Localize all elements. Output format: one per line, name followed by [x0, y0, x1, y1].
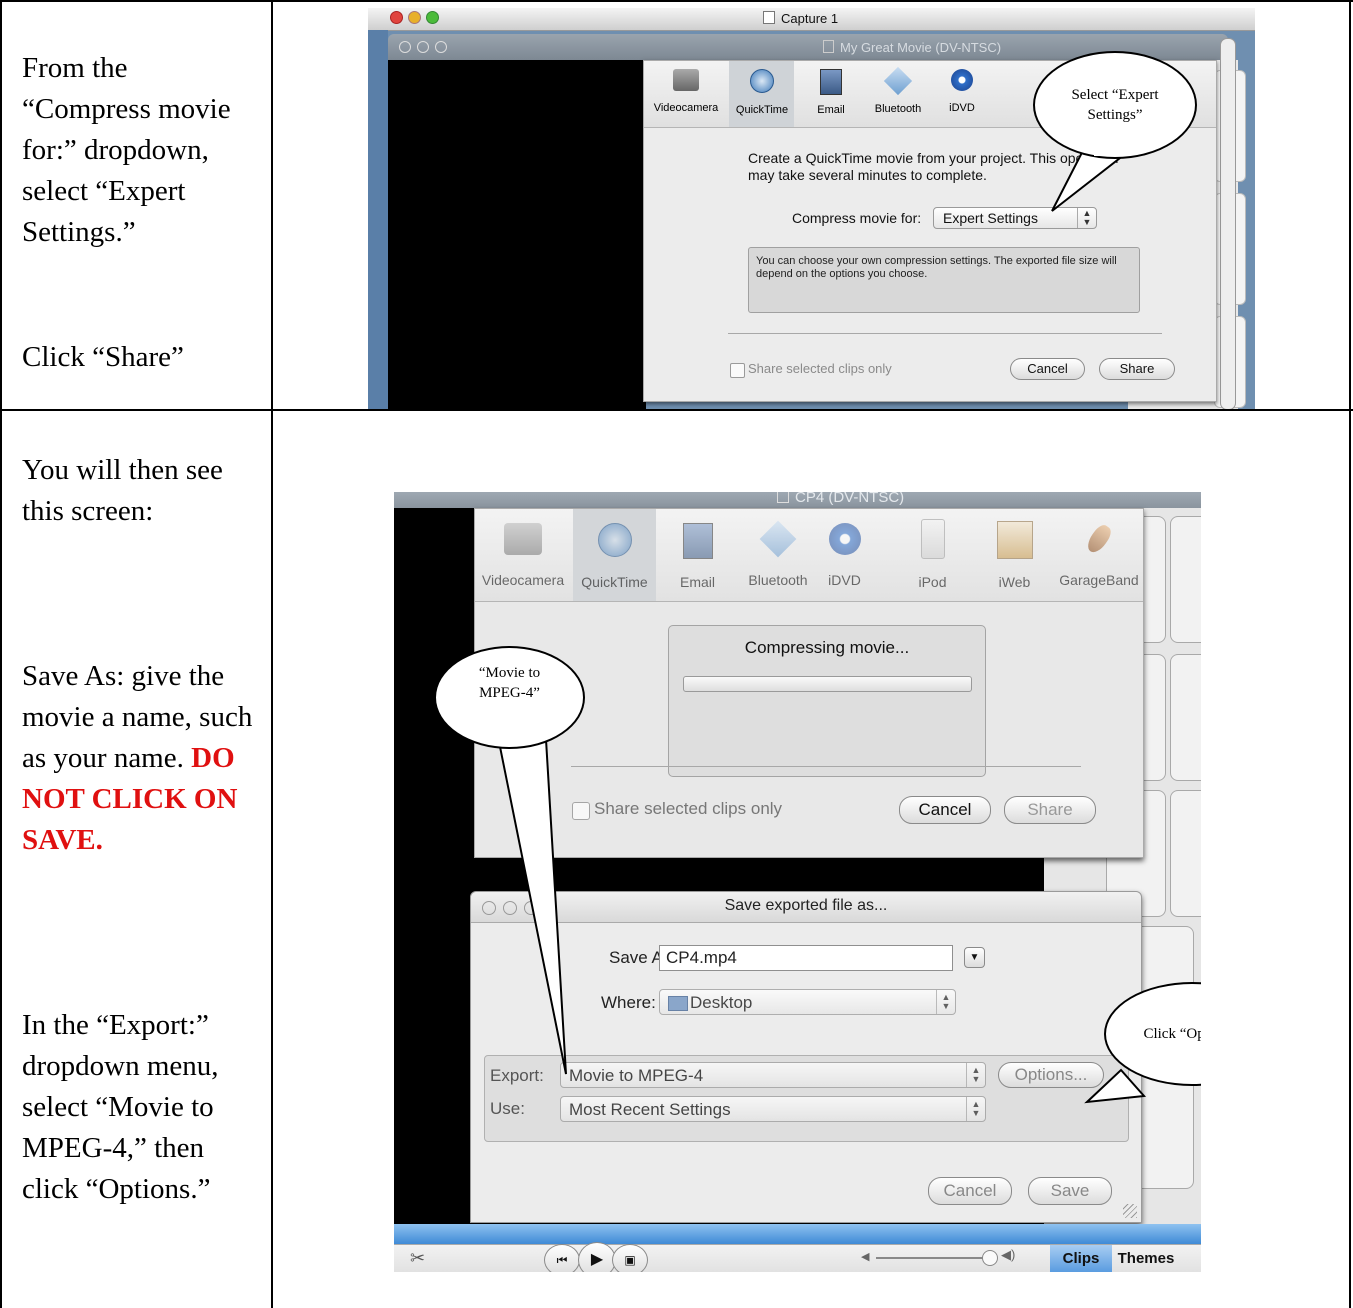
callout-movie-to-mpeg4: “Movie to MPEG-4”	[434, 646, 585, 749]
table-column-divider	[271, 0, 273, 1308]
table-border-left	[0, 0, 2, 1308]
instruction-click-share: Click “Share”	[22, 341, 184, 373]
instruction-export: In the “Export:” dropdown menu, select “…	[22, 1009, 219, 1205]
instruction-save-as: Save As: give the movie a name, such as …	[22, 656, 262, 861]
instruction-intro: You will then see this screen:	[22, 454, 223, 527]
screenshot-1: Capture 1 My Great Movie (DV-NTSC) Video…	[368, 8, 1255, 409]
callout-tails	[492, 704, 1147, 1104]
table-border-top	[0, 0, 1353, 2]
screenshot-2: CP4 (DV-NTSC) Videocamera QuickTime Emai…	[394, 492, 1201, 1272]
callout-tail-cover	[1094, 142, 1116, 156]
table-row-divider	[0, 409, 1353, 411]
table-border-right	[1349, 0, 1351, 1308]
instruction-compress: From the “Compress movie for:” dropdown,…	[22, 52, 231, 248]
